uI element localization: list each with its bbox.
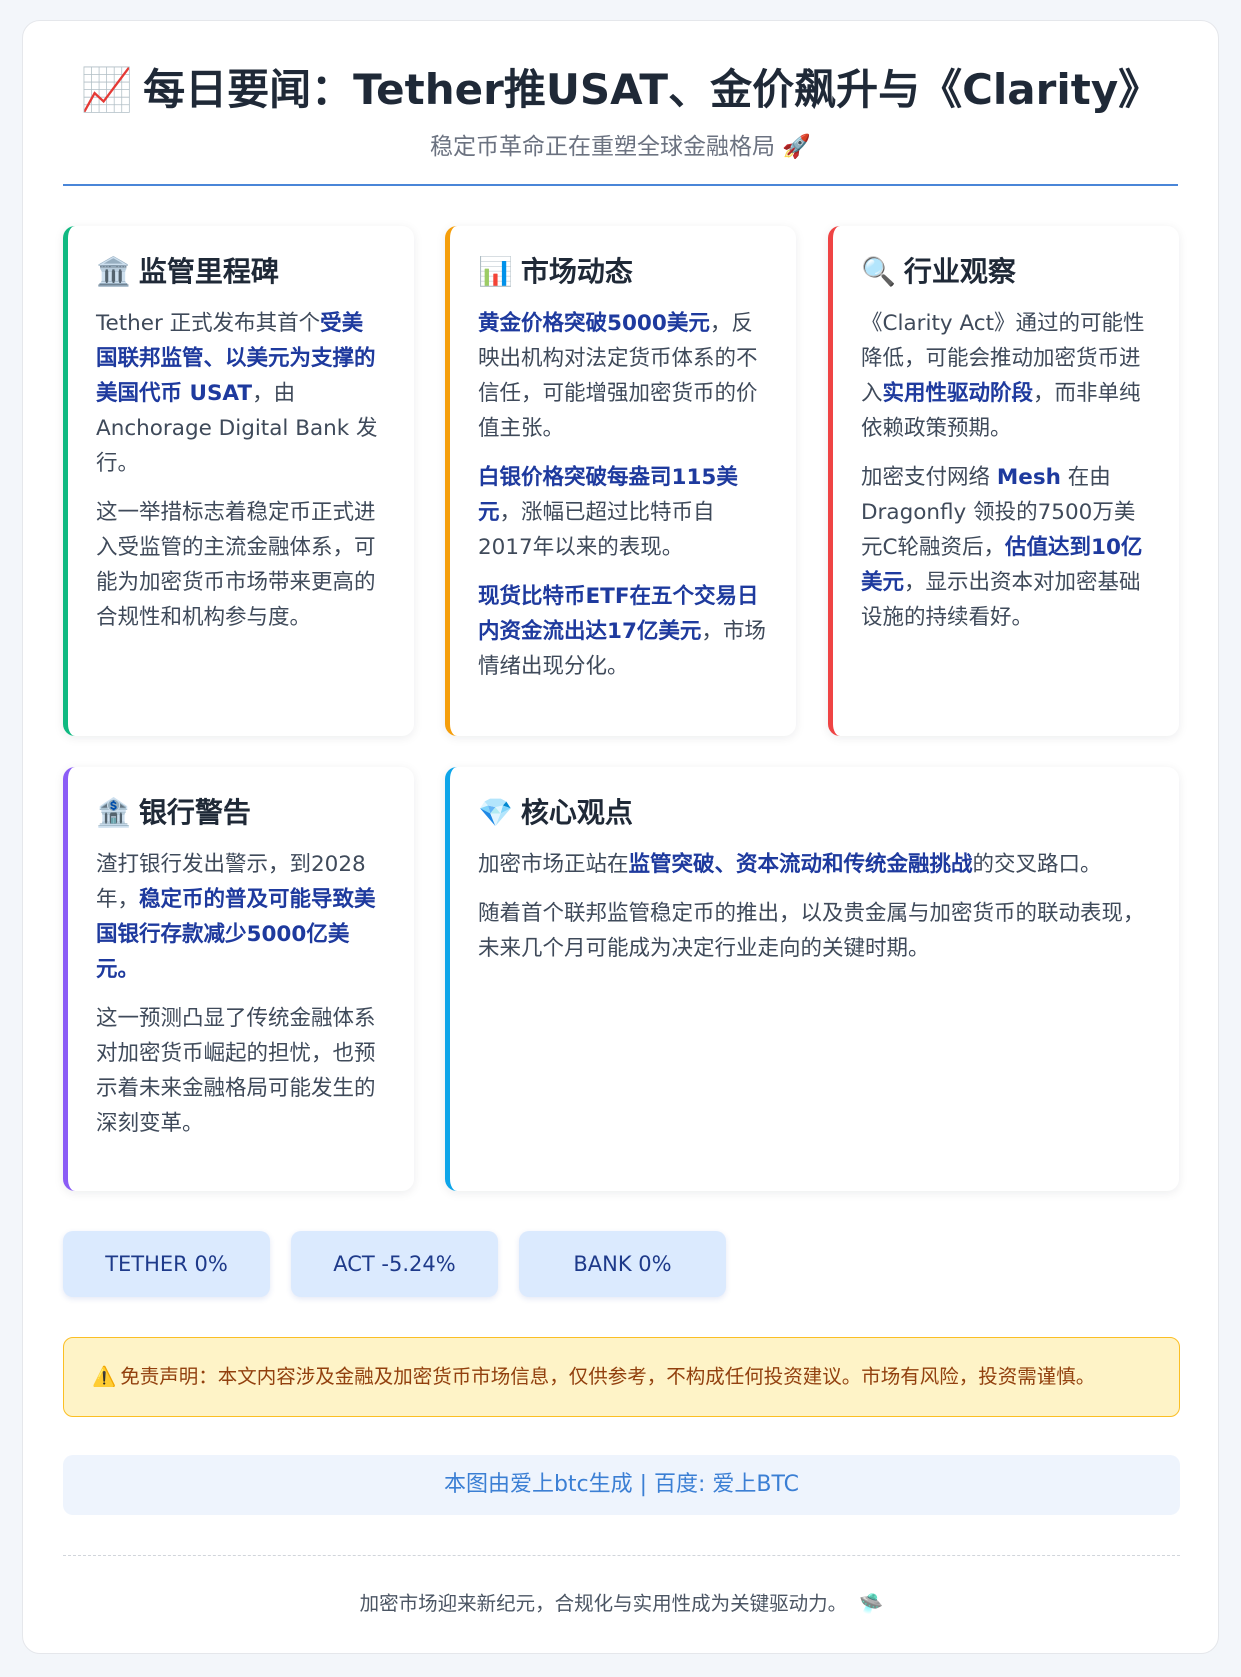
card-paragraph: 《Clarity Act》通过的可能性降低，可能会推动加密货币进入实用性驱动阶段… bbox=[861, 306, 1149, 446]
ticker-bank: BANK 0% bbox=[519, 1231, 726, 1297]
page-title: 📈 每日要闻：Tether推USAT、金价飙升与《Clarity》 bbox=[63, 61, 1178, 119]
card-paragraph: 黄金价格突破5000美元，反映出机构对法定货币体系的不信任，可能增强加密货币的价… bbox=[478, 306, 766, 446]
news-digest-page: 📈 每日要闻：Tether推USAT、金价飙升与《Clarity》 稳定币革命正在… bbox=[22, 20, 1219, 1654]
government-building-icon: 🏛️ bbox=[96, 255, 131, 288]
card-paragraph: 渣打银行发出警示，到2028年，稳定币的普及可能导致美国银行存款减少5000亿美… bbox=[96, 847, 384, 987]
card-paragraph: 加密支付网络 Mesh 在由 Dragonfly 领投的7500万美元C轮融资后… bbox=[861, 460, 1149, 635]
card-title-text: 银行警告 bbox=[138, 796, 251, 829]
page-subtitle: 稳定币革命正在重塑全球金融格局 🚀 bbox=[430, 134, 811, 160]
text-span: 加密市场正站在 bbox=[478, 852, 629, 877]
highlight-text: 黄金价格突破5000美元 bbox=[478, 311, 710, 336]
gem-icon: 💎 bbox=[478, 796, 513, 829]
card-bank: 🏦 银行警告 渣打银行发出警示，到2028年，稳定币的普及可能导致美国银行存款减少… bbox=[63, 767, 414, 1191]
card-regulation: 🏛️ 监管里程碑 Tether 正式发布其首个受美国联邦监管、以美元为支撑的美国代… bbox=[63, 226, 414, 736]
card-market-title: 📊 市场动态 bbox=[478, 252, 766, 292]
bank-icon: 🏦 bbox=[96, 796, 131, 829]
card-paragraph: 这一预测凸显了传统金融体系对加密货币崛起的担忧，也预示着未来金融格局可能发生的深… bbox=[96, 1006, 376, 1136]
header-divider bbox=[63, 184, 1178, 186]
card-paragraph: 加密市场正站在监管突破、资本流动和传统金融挑战的交叉路口。 bbox=[478, 847, 1149, 882]
card-paragraph: 现货比特币ETF在五个交易日内资金流出达17亿美元，市场情绪出现分化。 bbox=[478, 579, 766, 684]
flying-saucer-icon: 🛸 bbox=[859, 1592, 884, 1615]
card-paragraph: 随着首个联邦监管稳定币的推出，以及贵金属与加密货币的联动表现，未来几个月可能成为… bbox=[478, 901, 1145, 961]
ticker-tether: TETHER 0% bbox=[63, 1231, 270, 1297]
card-core-title: 💎 核心观点 bbox=[478, 793, 1149, 833]
card-title-text: 市场动态 bbox=[520, 255, 633, 288]
footer-divider bbox=[63, 1555, 1180, 1556]
card-title-text: 监管里程碑 bbox=[138, 255, 279, 288]
text-span: ，涨幅已超过比特币自2017年以来的表现。 bbox=[478, 500, 715, 560]
card-market: 📊 市场动态 黄金价格突破5000美元，反映出机构对法定货币体系的不信任，可能增强… bbox=[445, 226, 796, 736]
card-regulation-title: 🏛️ 监管里程碑 bbox=[96, 252, 384, 292]
text-span: 。 bbox=[117, 957, 140, 982]
footer: 加密市场迎来新纪元，合规化与实用性成为关键驱动力。 🛸 bbox=[63, 1589, 1180, 1619]
card-bank-title: 🏦 银行警告 bbox=[96, 793, 384, 833]
disclaimer-text: 免责声明：本文内容涉及金融及加密货币市场信息，仅供参考，不构成任何投资建议。市场… bbox=[120, 1365, 1096, 1388]
footer-text: 加密市场迎来新纪元，合规化与实用性成为关键驱动力。 bbox=[359, 1592, 848, 1615]
card-title-text: 核心观点 bbox=[520, 796, 633, 829]
card-paragraph: 这一举措标志着稳定币正式进入受监管的主流金融体系，可能为加密货币市场带来更高的合… bbox=[96, 500, 376, 630]
ticker-act: ACT -5.24% bbox=[291, 1231, 498, 1297]
source-banner: 本图由爱上btc生成 | 百度: 爱上BTC bbox=[63, 1455, 1180, 1515]
card-core: 💎 核心观点 加密市场正站在监管突破、资本流动和传统金融挑战的交叉路口。 随着首个… bbox=[445, 767, 1179, 1191]
highlight-text: Mesh bbox=[996, 465, 1061, 490]
card-paragraph: 白银价格突破每盎司115美元，涨幅已超过比特币自2017年以来的表现。 bbox=[478, 460, 766, 565]
bar-chart-icon: 📊 bbox=[478, 255, 513, 288]
card-industry: 🔍 行业观察 《Clarity Act》通过的可能性降低，可能会推动加密货币进入实… bbox=[828, 226, 1179, 736]
header: 📈 每日要闻：Tether推USAT、金价飙升与《Clarity》 稳定币革命正在… bbox=[63, 61, 1178, 163]
highlight-text: 监管突破、资本流动和传统金融挑战 bbox=[628, 852, 973, 877]
card-industry-title: 🔍 行业观察 bbox=[861, 252, 1149, 292]
text-span: Tether 正式发布其首个 bbox=[96, 311, 321, 336]
highlight-text: 实用性驱动阶段 bbox=[882, 381, 1034, 406]
text-span: 加密支付网络 bbox=[861, 465, 997, 490]
disclaimer-box: ⚠️ 免责声明：本文内容涉及金融及加密货币市场信息，仅供参考，不构成任何投资建议。… bbox=[63, 1337, 1180, 1417]
card-paragraph: Tether 正式发布其首个受美国联邦监管、以美元为支撑的美国代币 USAT，由… bbox=[96, 306, 384, 481]
card-title-text: 行业观察 bbox=[903, 255, 1016, 288]
trend-chart-icon: 📈 bbox=[80, 65, 134, 114]
magnifier-icon: 🔍 bbox=[861, 255, 896, 288]
warning-icon: ⚠️ bbox=[92, 1365, 117, 1388]
page-title-text: 每日要闻：Tether推USAT、金价飙升与《Clarity》 bbox=[143, 65, 1161, 114]
text-span: 的交叉路口。 bbox=[972, 852, 1102, 877]
